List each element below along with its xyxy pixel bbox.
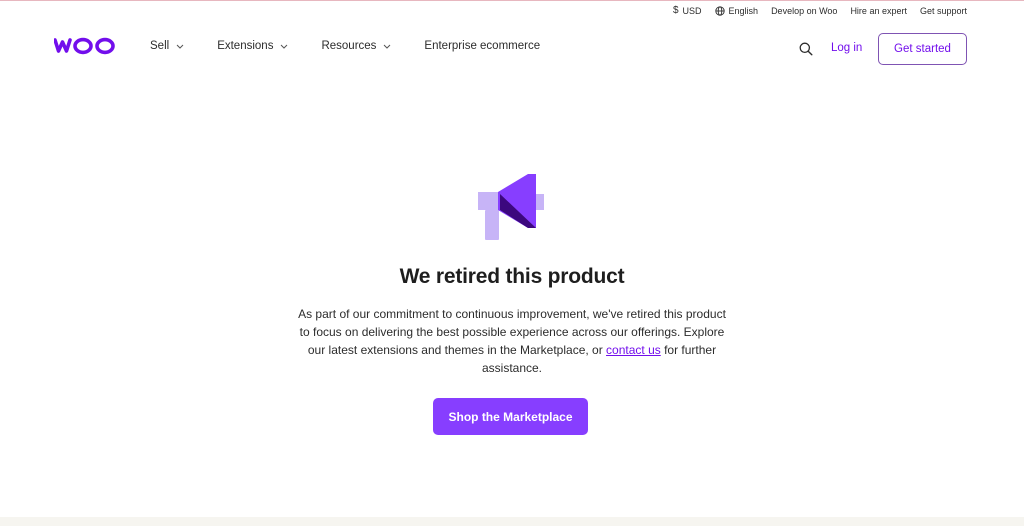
search-icon[interactable]	[798, 41, 814, 57]
nav-extensions-label: Extensions	[217, 40, 274, 52]
currency-label: USD	[682, 6, 702, 16]
nav-extensions[interactable]: Extensions	[217, 40, 288, 52]
globe-icon	[714, 6, 725, 16]
contact-us-link[interactable]: contact us	[606, 343, 661, 357]
top-border	[0, 0, 1024, 1]
footer-strip	[0, 517, 1024, 526]
hire-expert-link[interactable]: Hire an expert	[850, 6, 907, 16]
language-selector[interactable]: English	[714, 6, 759, 16]
woo-logo[interactable]	[53, 36, 118, 56]
get-started-button[interactable]: Get started	[878, 33, 967, 65]
dollar-icon: $	[672, 5, 679, 16]
develop-link[interactable]: Develop on Woo	[771, 6, 837, 16]
nav-resources-label: Resources	[321, 40, 377, 52]
login-link[interactable]: Log in	[831, 42, 862, 54]
support-link[interactable]: Get support	[920, 6, 967, 16]
megaphone-icon	[476, 172, 546, 242]
nav-enterprise[interactable]: Enterprise ecommerce	[424, 40, 540, 52]
retired-message: As part of our commitment to continuous …	[292, 305, 732, 377]
currency-selector[interactable]: $ USD	[672, 5, 702, 17]
nav-sell[interactable]: Sell	[150, 40, 184, 52]
chevron-down-icon	[176, 44, 184, 49]
nav-resources[interactable]: Resources	[321, 40, 391, 52]
main-header: Sell Extensions Resources Enterprise eco…	[0, 28, 1024, 68]
primary-nav: Sell Extensions Resources Enterprise eco…	[150, 40, 540, 52]
nav-sell-label: Sell	[150, 40, 170, 52]
chevron-down-icon	[383, 44, 391, 49]
page-title: We retired this product	[399, 265, 625, 288]
chevron-down-icon	[280, 44, 288, 49]
utility-bar: $ USD English Develop on Woo Hire an exp…	[673, 4, 967, 18]
language-label: English	[728, 6, 759, 16]
shop-marketplace-button[interactable]: Shop the Marketplace	[433, 398, 588, 435]
